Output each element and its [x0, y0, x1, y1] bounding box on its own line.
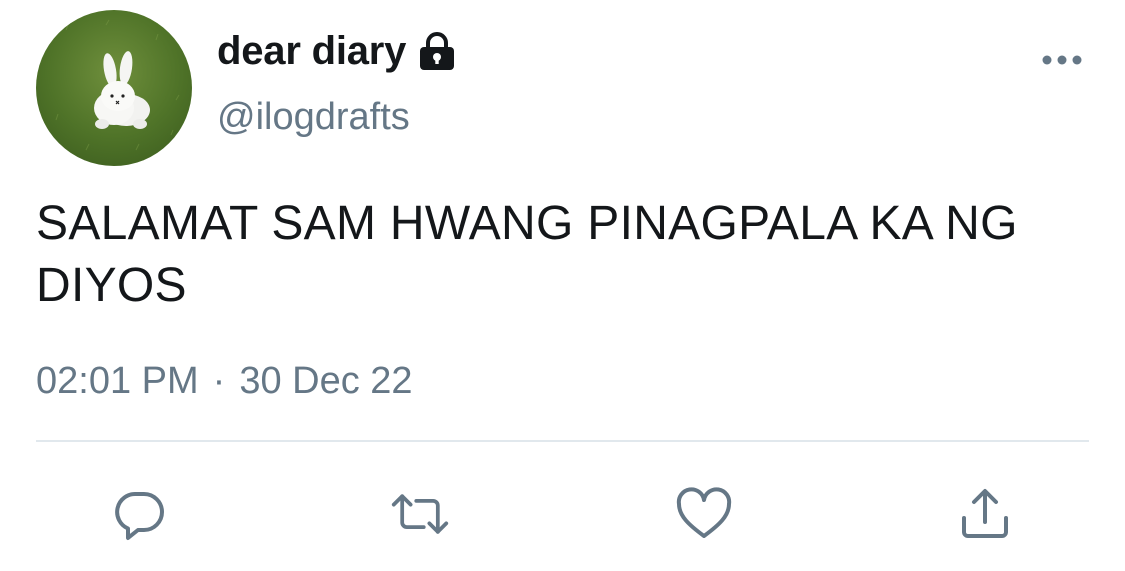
retweet-icon — [391, 494, 449, 534]
reply-button[interactable] — [110, 484, 170, 544]
share-icon — [962, 489, 1008, 538]
tweet-time[interactable]: 02:01 PM — [36, 360, 199, 403]
tweet-text: SALAMAT SAM HWANG PINAGPALA KA NG DIYOS — [36, 197, 1018, 312]
reply-icon — [115, 491, 164, 540]
retweet-button[interactable] — [390, 484, 450, 544]
share-button[interactable] — [955, 484, 1015, 544]
avatar[interactable] — [36, 10, 192, 166]
tweet-date[interactable]: 30 Dec 22 — [239, 360, 412, 403]
heart-icon — [676, 487, 732, 538]
more-options-icon[interactable] — [1040, 52, 1084, 68]
timestamp-row: 02:01 PM · 30 Dec 22 — [36, 360, 413, 403]
user-handle[interactable]: @ilogdrafts — [217, 96, 410, 139]
display-name-row: dear diary — [217, 26, 456, 76]
tweet-card: dear diary @ilogdrafts SALAMAT SAM HWANG… — [0, 0, 1125, 571]
timestamp-separator: · — [212, 360, 226, 402]
divider — [36, 440, 1089, 442]
like-button[interactable] — [674, 484, 734, 544]
bunny-avatar-icon — [36, 10, 192, 166]
display-name[interactable]: dear diary — [217, 29, 406, 74]
lock-icon — [418, 32, 456, 72]
